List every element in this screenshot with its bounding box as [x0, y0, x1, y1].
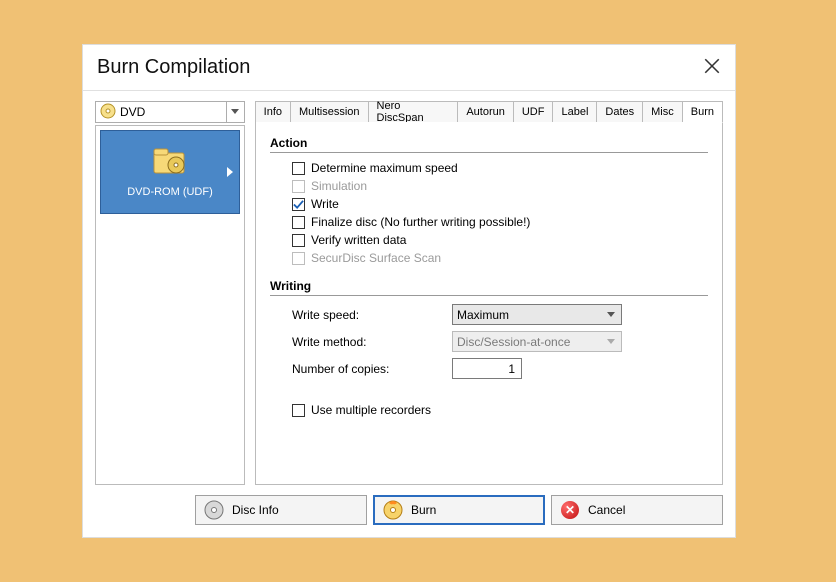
chevron-right-icon — [227, 167, 233, 177]
chevron-down-icon — [603, 307, 619, 322]
button-label: Disc Info — [232, 503, 279, 517]
dialog-button-row: Disc Info Burn ✕ Cancel — [95, 495, 723, 525]
use-multiple-recorders-checkbox[interactable]: Use multiple recorders — [292, 403, 708, 417]
tab-label[interactable]: Label — [553, 101, 597, 123]
verify-data-checkbox[interactable]: Verify written data — [292, 233, 708, 247]
writing-section-header: Writing — [270, 279, 708, 296]
compilation-label: DVD-ROM (UDF) — [127, 186, 213, 198]
checkbox-icon — [292, 404, 305, 417]
window-title: Burn Compilation — [97, 56, 250, 79]
checkbox-icon — [292, 180, 305, 193]
burn-tab-panel: Action Determine maximum speed Simulatio… — [255, 122, 723, 485]
finalize-disc-checkbox[interactable]: Finalize disc (No further writing possib… — [292, 215, 708, 229]
action-section-header: Action — [270, 136, 708, 153]
tab-autorun[interactable]: Autorun — [458, 101, 514, 123]
compilation-item[interactable]: DVD-ROM (UDF) — [100, 130, 240, 214]
tab-strip: Info Multisession Nero DiscSpan Autorun … — [255, 101, 723, 123]
close-button[interactable] — [703, 57, 721, 75]
write-checkbox[interactable]: Write — [292, 197, 708, 211]
write-method-value: Disc/Session-at-once — [457, 335, 570, 349]
tab-nero-discspan[interactable]: Nero DiscSpan — [369, 101, 459, 123]
determine-max-speed-checkbox[interactable]: Determine maximum speed — [292, 161, 708, 175]
checkbox-label: Finalize disc (No further writing possib… — [311, 215, 530, 229]
checkbox-icon — [292, 162, 305, 175]
write-speed-select[interactable]: Maximum — [452, 304, 622, 325]
disc-type-select[interactable]: DVD — [95, 101, 245, 123]
checkbox-icon — [292, 198, 305, 211]
burn-button[interactable]: Burn — [373, 495, 545, 525]
tab-dates[interactable]: Dates — [597, 101, 643, 123]
cancel-icon: ✕ — [560, 500, 580, 520]
checkbox-label: Use multiple recorders — [311, 403, 431, 417]
securdisc-scan-checkbox: SecurDisc Surface Scan — [292, 251, 708, 265]
chevron-down-icon — [603, 334, 619, 349]
close-icon — [703, 57, 721, 75]
number-of-copies-label: Number of copies: — [292, 362, 452, 376]
cancel-button[interactable]: ✕ Cancel — [551, 495, 723, 525]
checkbox-icon — [292, 234, 305, 247]
disc-icon — [100, 103, 116, 122]
tab-misc[interactable]: Misc — [643, 101, 683, 123]
button-label: Cancel — [588, 503, 625, 517]
disc-type-value: DVD — [120, 105, 145, 119]
disc-info-button[interactable]: Disc Info — [195, 495, 367, 525]
write-method-select: Disc/Session-at-once — [452, 331, 622, 352]
burn-compilation-dialog: Burn Compilation DVD — [82, 44, 736, 538]
disc-icon — [204, 500, 224, 520]
folder-disc-icon — [152, 147, 188, 180]
button-label: Burn — [411, 503, 436, 517]
checkbox-label: Write — [311, 197, 339, 211]
checkbox-label: Simulation — [311, 179, 367, 193]
chevron-down-icon — [226, 102, 244, 122]
tab-burn[interactable]: Burn — [683, 101, 723, 123]
tab-udf[interactable]: UDF — [514, 101, 554, 123]
tab-info[interactable]: Info — [255, 101, 291, 123]
checkbox-label: Verify written data — [311, 233, 406, 247]
checkbox-icon — [292, 252, 305, 265]
compilation-list: DVD-ROM (UDF) — [95, 125, 245, 485]
write-method-label: Write method: — [292, 335, 452, 349]
burn-disc-icon — [383, 500, 403, 520]
write-speed-value: Maximum — [457, 308, 509, 322]
checkbox-icon — [292, 216, 305, 229]
number-of-copies-input[interactable] — [452, 358, 522, 379]
simulation-checkbox: Simulation — [292, 179, 708, 193]
titlebar: Burn Compilation — [83, 45, 735, 91]
write-speed-label: Write speed: — [292, 308, 452, 322]
checkbox-label: Determine maximum speed — [311, 161, 458, 175]
tab-multisession[interactable]: Multisession — [291, 101, 369, 123]
checkbox-label: SecurDisc Surface Scan — [311, 251, 441, 265]
